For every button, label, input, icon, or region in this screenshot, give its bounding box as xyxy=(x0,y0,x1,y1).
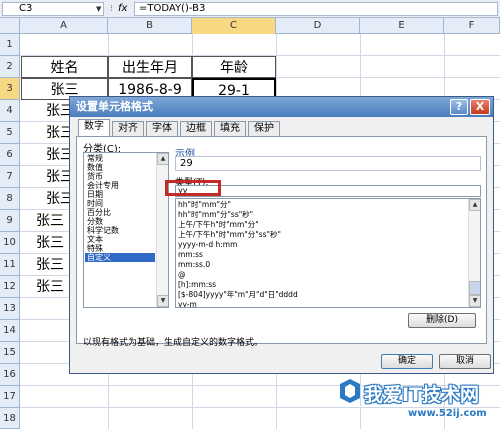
column-header-c[interactable]: C xyxy=(192,18,276,34)
category-item[interactable]: 数值 xyxy=(85,163,155,172)
cancel-button[interactable]: 取消 xyxy=(439,354,491,369)
row-header-8[interactable]: 8 xyxy=(0,188,20,210)
formula-bar: C3 ▼ ⁝ fx =TODAY()-B3 xyxy=(0,0,500,18)
row-header-18[interactable]: 18 xyxy=(0,408,20,429)
watermark-text: 我爱IT技术网 xyxy=(364,384,480,406)
tab-font[interactable]: 字体 xyxy=(146,121,178,136)
row-header-16[interactable]: 16 xyxy=(0,364,20,386)
column-header-d[interactable]: D xyxy=(276,18,360,34)
sample-value: 29 xyxy=(175,156,481,171)
separator-icon: ⁝ xyxy=(110,4,113,14)
dialog-title-bar[interactable]: 设置单元格格式 ? X xyxy=(70,97,493,117)
format-item[interactable]: yy-m xyxy=(178,300,197,307)
scroll-down-icon[interactable]: ▼ xyxy=(469,295,480,307)
cell-a12[interactable]: 张三 xyxy=(30,276,70,298)
category-item-selected[interactable]: 自定义 xyxy=(85,253,155,262)
column-headers: A B C D E F xyxy=(0,18,500,34)
format-list-scrollbar[interactable]: ▲ ▼ xyxy=(468,199,480,307)
watermark-url: www.52ij.com xyxy=(408,408,487,419)
format-item[interactable]: mm:ss.0 xyxy=(178,260,210,270)
hint-text: 以现有格式为基础，生成自定义的数字格式。 xyxy=(83,338,264,348)
row-header-9[interactable]: 9 xyxy=(0,210,20,232)
column-header-a[interactable]: A xyxy=(20,18,108,34)
format-item[interactable]: hh"时"mm"分" xyxy=(178,200,231,210)
formula-input[interactable]: =TODAY()-B3 xyxy=(134,2,498,16)
grid-row xyxy=(20,34,500,56)
cell-c2[interactable]: 年龄 xyxy=(192,56,276,78)
tab-panel-number: 分类(C): 常规 数值 货币 会计专用 日期 时间 百分比 分数 科学记数 文… xyxy=(76,136,487,348)
format-item[interactable]: 上午/下午h"时"mm"分"ss"秒" xyxy=(178,230,281,240)
row-header-11[interactable]: 11 xyxy=(0,254,20,276)
row-header-14[interactable]: 14 xyxy=(0,320,20,342)
category-item[interactable]: 文本 xyxy=(85,235,155,244)
format-code-list[interactable]: hh"时"mm"分" hh"时"mm"分"ss"秒" 上午/下午h"时"mm"分… xyxy=(175,198,481,308)
scroll-up-icon[interactable]: ▲ xyxy=(469,199,480,211)
format-item[interactable]: [h]:mm:ss xyxy=(178,280,216,290)
delete-button[interactable]: 删除(D) xyxy=(408,313,476,328)
cell-a10[interactable]: 张三 xyxy=(30,232,70,254)
tab-alignment[interactable]: 对齐 xyxy=(112,121,144,136)
format-item[interactable]: yyyy-m-d h:mm xyxy=(178,240,237,250)
category-item[interactable]: 百分比 xyxy=(85,208,155,217)
format-item[interactable]: @ xyxy=(178,270,186,280)
highlight-annotation xyxy=(165,180,221,196)
scroll-up-icon[interactable]: ▲ xyxy=(157,153,168,165)
watermark: 我爱IT技术网 www.52ij.com xyxy=(338,378,498,424)
category-item[interactable]: 常规 xyxy=(85,154,155,163)
chevron-down-icon[interactable]: ▼ xyxy=(96,3,104,15)
row-header-5[interactable]: 5 xyxy=(0,122,20,144)
row-header-4[interactable]: 4 xyxy=(0,100,20,122)
dialog-title: 设置单元格格式 xyxy=(76,100,153,113)
cell-b2[interactable]: 出生年月 xyxy=(108,56,192,78)
help-button[interactable]: ? xyxy=(450,99,468,115)
close-button[interactable]: X xyxy=(470,99,490,115)
column-header-e[interactable]: E xyxy=(360,18,444,34)
ok-button[interactable]: 确定 xyxy=(381,354,433,369)
row-header-3[interactable]: 3 xyxy=(0,78,20,100)
category-list[interactable]: 常规 数值 货币 会计专用 日期 时间 百分比 分数 科学记数 文本 特殊 自定… xyxy=(83,152,169,308)
tab-border[interactable]: 边框 xyxy=(180,121,212,136)
tab-protection[interactable]: 保护 xyxy=(248,121,280,136)
format-item[interactable]: mm:ss xyxy=(178,250,203,260)
watermark-logo-icon xyxy=(340,379,360,403)
row-header-15[interactable]: 15 xyxy=(0,342,20,364)
row-header-13[interactable]: 13 xyxy=(0,298,20,320)
column-header-f[interactable]: F xyxy=(444,18,500,34)
category-scrollbar[interactable]: ▲ ▼ xyxy=(156,153,168,307)
format-item[interactable]: [$-804]yyyy"年"m"月"d"日"dddd xyxy=(178,290,298,300)
name-box[interactable]: C3 xyxy=(2,2,104,16)
row-header-1[interactable]: 1 xyxy=(0,34,20,56)
cell-a9[interactable]: 张三 xyxy=(30,210,70,232)
category-item[interactable]: 分数 xyxy=(85,217,155,226)
format-item[interactable]: hh"时"mm"分"ss"秒" xyxy=(178,210,253,220)
scroll-thumb[interactable] xyxy=(469,281,480,295)
function-icon[interactable]: fx xyxy=(118,2,132,16)
tab-number[interactable]: 数字 xyxy=(78,119,110,136)
category-item[interactable]: 货币 xyxy=(85,172,155,181)
row-header-12[interactable]: 12 xyxy=(0,276,20,298)
row-header-7[interactable]: 7 xyxy=(0,166,20,188)
cell-a2[interactable]: 姓名 xyxy=(21,56,108,78)
scroll-down-icon[interactable]: ▼ xyxy=(157,295,168,307)
row-header-10[interactable]: 10 xyxy=(0,232,20,254)
row-header-2[interactable]: 2 xyxy=(0,56,20,78)
category-item[interactable]: 日期 xyxy=(85,190,155,199)
category-item[interactable]: 会计专用 xyxy=(85,181,155,190)
select-all-corner[interactable] xyxy=(0,18,20,34)
tab-fill[interactable]: 填充 xyxy=(214,121,246,136)
format-item[interactable]: 上午/下午h"时"mm"分" xyxy=(178,220,259,230)
category-item[interactable]: 特殊 xyxy=(85,244,155,253)
category-item[interactable]: 科学记数 xyxy=(85,226,155,235)
cell-a11[interactable]: 张三 xyxy=(30,254,70,276)
column-header-b[interactable]: B xyxy=(108,18,192,34)
category-item[interactable]: 时间 xyxy=(85,199,155,208)
row-header-6[interactable]: 6 xyxy=(0,144,20,166)
row-header-17[interactable]: 17 xyxy=(0,386,20,408)
format-cells-dialog: 设置单元格格式 ? X 数字 对齐 字体 边框 填充 保护 分类(C): 常规 … xyxy=(69,96,494,374)
